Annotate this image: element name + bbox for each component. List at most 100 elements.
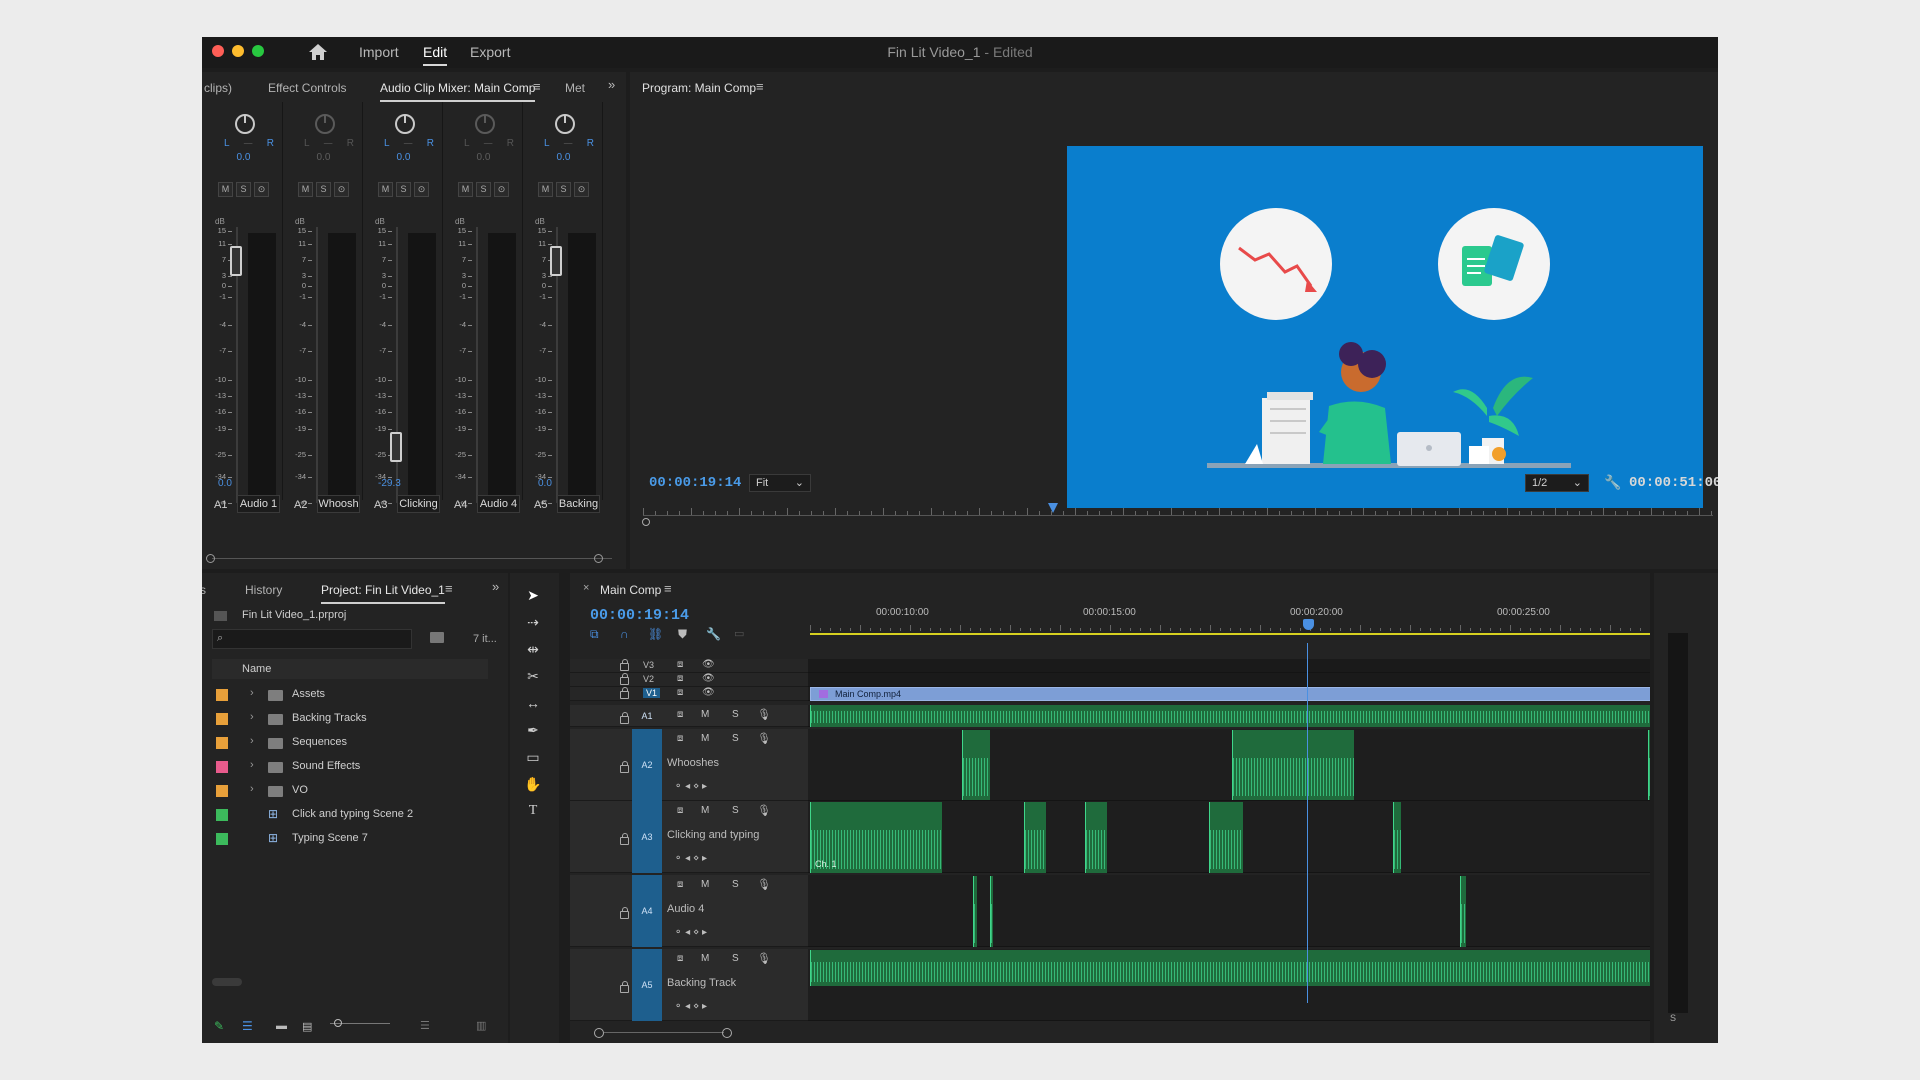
project-menu-icon[interactable]: ≡	[445, 581, 453, 596]
pan-knob-icon[interactable]	[395, 114, 415, 134]
track-select-tool-icon[interactable]: ⇢	[521, 614, 545, 636]
label-color-swatch[interactable]	[216, 761, 228, 773]
video-clip[interactable]: Main Comp.mp4	[810, 687, 1650, 701]
pan-knob-icon[interactable]	[555, 114, 575, 134]
video-track-lane[interactable]	[808, 659, 1650, 673]
linked-selection-icon[interactable]: ⛓	[648, 627, 663, 641]
mute-track-button[interactable]: M	[701, 733, 709, 744]
program-monitor-title[interactable]: Program: Main Comp	[642, 81, 756, 95]
audio-clip[interactable]	[1209, 802, 1243, 873]
zoom-slider-handle[interactable]	[334, 1019, 342, 1027]
nest-toggle-icon[interactable]: ⧉	[590, 627, 599, 642]
timeline-menu-icon[interactable]: ≡	[664, 581, 672, 596]
mute-track-button[interactable]: M	[701, 953, 709, 964]
channel-name[interactable]: Audio 1	[237, 495, 280, 513]
keyframe-nav-icon[interactable]: ⚬ ◂ ⋄ ▸	[674, 1001, 707, 1012]
video-track-header[interactable]: V3 ⧈ 👁	[570, 659, 808, 673]
project-item[interactable]: › VO	[212, 779, 488, 803]
list-view-icon[interactable]: ☰	[242, 1019, 253, 1033]
track-id[interactable]: V2	[643, 674, 654, 684]
channel-name[interactable]: Audio 4	[477, 495, 520, 513]
sync-lock-icon[interactable]: ⧈	[677, 709, 683, 720]
panel-menu-icon[interactable]: ≡	[533, 79, 541, 94]
label-color-swatch[interactable]	[216, 833, 228, 845]
pan-value[interactable]: 0.0	[284, 152, 363, 163]
solo-track-button[interactable]: S	[732, 805, 739, 816]
solo-track-button[interactable]: S	[732, 953, 739, 964]
track-id[interactable]: V1	[643, 688, 661, 698]
track-id[interactable]: A2	[632, 729, 662, 801]
track-id[interactable]: A3	[632, 801, 662, 873]
audio-clip[interactable]	[1460, 876, 1466, 947]
project-search-input[interactable]: ⌕	[212, 629, 412, 649]
fader-track[interactable]	[316, 227, 318, 503]
fader-track[interactable]	[476, 227, 478, 503]
audio-clip[interactable]	[1085, 802, 1107, 873]
pen-tool-icon[interactable]: ✒	[521, 722, 545, 744]
channel-volume-value[interactable]: 0.0	[538, 478, 552, 489]
channel-volume-value[interactable]: 0.0	[218, 478, 232, 489]
audio-clip[interactable]	[962, 730, 990, 800]
zoom-select[interactable]: Fit ⌄	[749, 474, 811, 492]
selection-tool-icon[interactable]: ➤	[521, 587, 545, 609]
pan-value[interactable]: 0.0	[204, 152, 283, 163]
mute-track-button[interactable]: M	[701, 805, 709, 816]
lock-icon[interactable]	[620, 673, 629, 685]
chevron-right-icon[interactable]: ›	[250, 711, 254, 723]
sync-lock-icon[interactable]: ⧈	[677, 659, 683, 670]
project-item[interactable]: › Sequences	[212, 731, 488, 755]
razor-tool-icon[interactable]: ✂	[521, 668, 545, 690]
record-button[interactable]: ⊙	[494, 182, 509, 197]
record-button[interactable]: ⊙	[574, 182, 589, 197]
record-button[interactable]: ⊙	[254, 182, 269, 197]
pan-value[interactable]: 0.0	[444, 152, 523, 163]
tab-clips[interactable]: clips)	[204, 81, 232, 95]
lock-icon[interactable]	[620, 687, 629, 699]
sync-lock-icon[interactable]: ⧈	[677, 673, 683, 684]
program-menu-icon[interactable]: ≡	[756, 79, 764, 94]
sync-lock-icon[interactable]: ⧈	[677, 805, 683, 816]
pan-knob-icon[interactable]	[315, 114, 335, 134]
tab-history[interactable]: History	[245, 583, 282, 597]
project-scrollbar[interactable]	[212, 978, 242, 986]
sync-lock-icon[interactable]: ⧈	[677, 953, 683, 964]
pan-value[interactable]: 0.0	[364, 152, 443, 163]
more-panels-icon[interactable]: »	[608, 77, 615, 92]
audio-clip[interactable]	[973, 876, 977, 947]
record-button[interactable]: ⊙	[334, 182, 349, 197]
video-track-lane[interactable]	[808, 673, 1650, 687]
mute-button[interactable]: M	[218, 182, 233, 197]
chevron-right-icon[interactable]: ›	[250, 783, 254, 795]
timeline-zoom-right[interactable]	[722, 1028, 732, 1038]
scroll-handle-left[interactable]	[206, 554, 215, 563]
eye-icon[interactable]: 👁	[702, 659, 715, 670]
mute-button[interactable]: M	[298, 182, 313, 197]
lock-icon[interactable]	[620, 981, 629, 993]
lock-icon[interactable]	[620, 659, 629, 671]
snap-icon[interactable]: ∩	[620, 627, 629, 641]
video-track-header[interactable]: V1 ⧈ 👁	[570, 687, 808, 701]
audio-clip[interactable]: Ch. 1	[810, 802, 942, 873]
audio-clip[interactable]	[1024, 802, 1046, 873]
tab-fragment[interactable]: s	[202, 583, 206, 597]
video-track-header[interactable]: V2 ⧈ 👁	[570, 673, 808, 687]
automate-icon[interactable]: ▥	[476, 1019, 486, 1032]
wrench-icon[interactable]: 🔧	[1604, 474, 1621, 491]
mute-track-button[interactable]: M	[701, 879, 709, 890]
pan-value[interactable]: 0.0	[524, 152, 603, 163]
solo-track-button[interactable]: S	[732, 709, 739, 720]
resolution-select[interactable]: 1/2 ⌄	[1525, 474, 1589, 492]
sync-lock-icon[interactable]: ⧈	[677, 879, 683, 890]
project-item[interactable]: › Sound Effects	[212, 755, 488, 779]
track-id[interactable]: A5	[632, 949, 662, 1021]
tab-project[interactable]: Project: Fin Lit Video_1	[321, 583, 445, 604]
microphone-icon[interactable]: 🎙	[757, 732, 771, 745]
solo-button[interactable]: S	[236, 182, 251, 197]
close-sequence-icon[interactable]: ×	[583, 582, 589, 594]
lock-icon[interactable]	[620, 833, 629, 845]
solo-button[interactable]: S	[396, 182, 411, 197]
solo-label[interactable]: S	[1670, 1013, 1676, 1023]
keyframe-nav-icon[interactable]: ⚬ ◂ ⋄ ▸	[674, 927, 707, 938]
add-marker-icon[interactable]: ⛊	[678, 627, 687, 642]
audio-track-header[interactable]: A4 ⧈ M S 🎙 Audio 4 ⚬ ◂ ⋄ ▸	[570, 875, 808, 947]
